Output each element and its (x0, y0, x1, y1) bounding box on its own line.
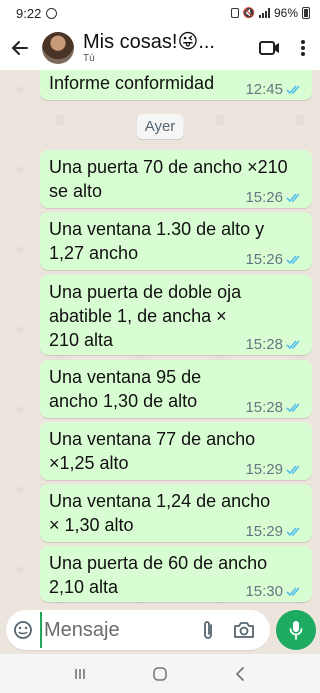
more-vert-icon[interactable] (286, 26, 320, 70)
message-time: 15:30 (245, 583, 283, 600)
composer (0, 606, 320, 654)
battery-icon (302, 7, 310, 19)
message-time: 15:26 (245, 189, 283, 206)
attach-icon[interactable] (190, 610, 226, 650)
message-meta: 15:29 (245, 523, 302, 540)
message-bubble[interactable]: Una ventana 1,24 de ancho × 1,30 alto 15… (40, 484, 312, 542)
camera-icon[interactable] (226, 610, 262, 650)
message-time: 15:28 (245, 336, 283, 353)
chat-messages[interactable]: Informe conformidad 12:45 Ayer Una puert… (0, 70, 320, 606)
message-meta: 15:26 (245, 189, 302, 206)
message-time: 15:29 (245, 461, 283, 478)
status-right: 🔇 96% (230, 6, 310, 20)
message-time: 12:45 (245, 81, 283, 98)
chat-header: Mis cosas!😜... Tú (0, 26, 320, 70)
alarm-icon (230, 8, 239, 18)
battery-percent: 96% (273, 6, 298, 20)
message-input[interactable] (40, 612, 190, 648)
message-bubble[interactable]: Una puerta de doble oja abatible 1, de a… (40, 275, 312, 355)
status-time: 9:22 (16, 5, 42, 21)
chat-subtitle: Tú (83, 53, 95, 64)
message-time: 15:29 (245, 523, 283, 540)
mute-icon: 🔇 (242, 7, 255, 19)
back-nav-button[interactable] (220, 659, 260, 689)
video-call-icon[interactable] (256, 26, 286, 70)
home-button[interactable] (140, 659, 180, 689)
read-ticks-icon (286, 255, 300, 265)
chat-title-block[interactable]: Mis cosas!😜... Tú (83, 31, 233, 65)
date-divider: Ayer (136, 114, 184, 139)
mic-icon (289, 621, 303, 640)
status-bar: 9:22 🔇 96% (0, 0, 320, 26)
read-ticks-icon (286, 527, 300, 537)
message-bubble[interactable]: Informe conformidad 12:45 (40, 70, 312, 100)
message-meta: 12:45 (245, 81, 302, 98)
recent-apps-button[interactable] (60, 659, 100, 689)
read-ticks-icon (286, 340, 300, 350)
message-time: 15:26 (245, 251, 283, 268)
signal-icon (258, 8, 270, 18)
message-input-pill (6, 610, 270, 650)
message-meta: 15:29 (245, 461, 302, 478)
message-meta: 15:28 (245, 336, 302, 353)
chat-title: Mis cosas!😜... (83, 31, 215, 53)
system-navbar (0, 654, 320, 693)
message-bubble[interactable]: Una puerta 70 de ancho ×210 se alto 15:2… (40, 150, 312, 208)
message-bubble[interactable]: Una puerta de 60 de ancho 2,10 alta 15:3… (40, 546, 312, 602)
read-ticks-icon (286, 465, 300, 475)
read-ticks-icon (286, 403, 300, 413)
emoji-icon[interactable] (6, 610, 40, 650)
read-ticks-icon (286, 85, 300, 95)
message-bubble[interactable]: Una ventana 95 de ancho 1,30 de alto 15:… (40, 360, 312, 418)
back-arrow-icon[interactable] (0, 26, 40, 70)
message-meta: 15:26 (245, 251, 302, 268)
mic-button[interactable] (276, 610, 316, 650)
avatar[interactable] (42, 32, 74, 64)
message-meta: 15:28 (245, 399, 302, 416)
message-bubble[interactable]: Una ventana 1.30 de alto y 1,27 ancho 15… (40, 212, 312, 270)
message-time: 15:28 (245, 399, 283, 416)
read-ticks-icon (286, 587, 300, 597)
message-meta: 15:30 (245, 583, 302, 600)
read-ticks-icon (286, 193, 300, 203)
message-bubble[interactable]: Una ventana 77 de ancho ×1,25 alto 15:29 (40, 422, 312, 480)
whatsapp-notification-icon (46, 7, 58, 19)
